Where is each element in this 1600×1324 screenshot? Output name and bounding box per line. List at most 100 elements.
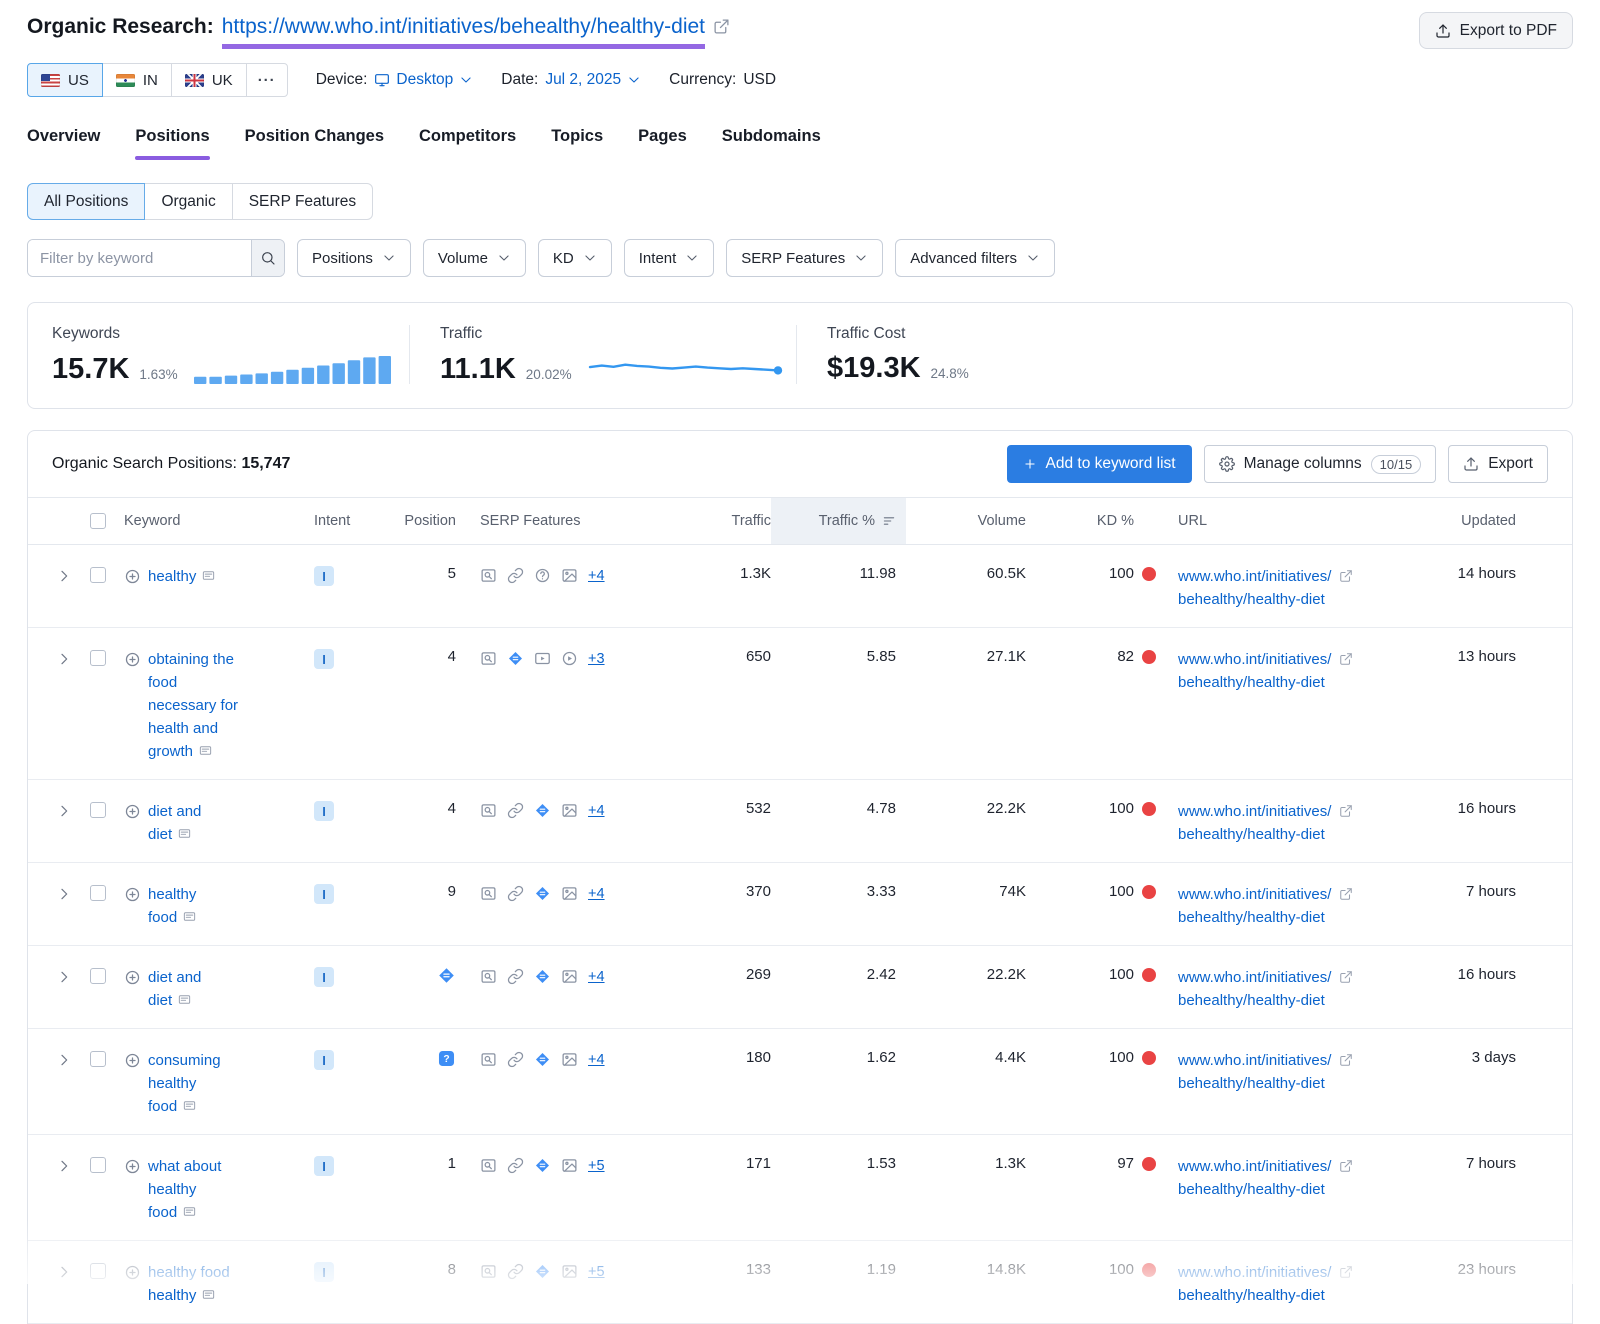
column-header-serp-features[interactable]: SERP Features	[456, 498, 636, 544]
row-checkbox[interactable]	[90, 567, 106, 583]
manage-columns-button[interactable]: Manage columns 10/15	[1204, 445, 1437, 483]
kd-dropdown[interactable]: KD	[538, 239, 612, 277]
date-selector[interactable]: Date: Jul 2, 2025	[501, 71, 641, 89]
tab-overview[interactable]: Overview	[27, 127, 100, 160]
serp-snapshot-icon[interactable]	[201, 569, 216, 582]
add-keyword-icon[interactable]	[124, 803, 141, 820]
tab-competitors[interactable]: Competitors	[419, 127, 516, 160]
serp-features-more-link[interactable]: +4	[588, 568, 605, 584]
intent-dropdown[interactable]: Intent	[624, 239, 715, 277]
segment-organic[interactable]: Organic	[144, 183, 232, 220]
serp-snapshot-icon[interactable]	[182, 910, 197, 923]
external-link-icon[interactable]	[1339, 887, 1353, 901]
result-url-link-line2[interactable]: behealthy/healthy-diet	[1178, 1075, 1325, 1092]
external-link-icon[interactable]	[1339, 970, 1353, 984]
column-header-intent[interactable]: Intent	[314, 498, 372, 544]
keyword-link[interactable]: healthy food	[148, 886, 197, 926]
expand-row-chevron-icon[interactable]	[56, 1264, 72, 1280]
serp-features-more-link[interactable]: +5	[588, 1158, 605, 1174]
serp-snapshot-icon[interactable]	[182, 1099, 197, 1112]
tab-positions[interactable]: Positions	[135, 127, 209, 160]
add-keyword-icon[interactable]	[124, 969, 141, 986]
keyword-link[interactable]: healthy	[148, 568, 216, 585]
segment-all-positions[interactable]: All Positions	[27, 183, 145, 220]
country-tab-us[interactable]: US	[27, 63, 103, 97]
serp-features-more-link[interactable]: +4	[588, 803, 605, 819]
result-url-link[interactable]: www.who.int/initiatives/	[1178, 1158, 1331, 1175]
device-selector[interactable]: Device: Desktop	[316, 71, 474, 89]
column-header-traffic-pct[interactable]: Traffic %	[771, 498, 906, 544]
serp-features-more-link[interactable]: +4	[588, 1052, 605, 1068]
expand-row-chevron-icon[interactable]	[56, 1052, 72, 1068]
result-url-link-line2[interactable]: behealthy/healthy-diet	[1178, 992, 1325, 1009]
expand-row-chevron-icon[interactable]	[56, 568, 72, 584]
serp-snapshot-icon[interactable]	[198, 744, 213, 757]
result-url-link[interactable]: www.who.int/initiatives/	[1178, 568, 1331, 585]
column-header-keyword[interactable]: Keyword	[124, 498, 314, 544]
result-url-link[interactable]: www.who.int/initiatives/	[1178, 1052, 1331, 1069]
column-header-traffic[interactable]: Traffic	[636, 498, 771, 544]
segment-serp-features[interactable]: SERP Features	[232, 183, 373, 220]
export-button[interactable]: Export	[1448, 445, 1548, 483]
analyzed-url-link[interactable]: https://www.who.int/initiatives/behealth…	[222, 12, 705, 49]
keyword-search-button[interactable]	[251, 240, 284, 276]
keyword-link[interactable]: diet and diet	[148, 803, 201, 843]
external-link-icon[interactable]	[1339, 1159, 1353, 1173]
column-header-position[interactable]: Position	[372, 498, 456, 544]
add-keyword-icon[interactable]	[124, 568, 141, 585]
more-countries-button[interactable]: ···	[246, 63, 288, 97]
external-link-icon[interactable]	[1339, 569, 1353, 583]
positions-dropdown[interactable]: Positions	[297, 239, 411, 277]
row-checkbox[interactable]	[90, 968, 106, 984]
column-header-volume[interactable]: Volume	[906, 498, 1026, 544]
column-header-kd[interactable]: KD %	[1026, 498, 1156, 544]
add-keyword-icon[interactable]	[124, 886, 141, 903]
row-checkbox[interactable]	[90, 650, 106, 666]
add-keyword-icon[interactable]	[124, 1052, 141, 1069]
row-checkbox[interactable]	[90, 885, 106, 901]
column-header-updated[interactable]: Updated	[1392, 498, 1572, 544]
add-keyword-icon[interactable]	[124, 1264, 141, 1281]
keyword-filter-input[interactable]	[28, 240, 251, 276]
result-url-link-line2[interactable]: behealthy/healthy-diet	[1178, 826, 1325, 843]
result-url-link-line2[interactable]: behealthy/healthy-diet	[1178, 674, 1325, 691]
advanced-filters-dropdown[interactable]: Advanced filters	[895, 239, 1055, 277]
result-url-link-line2[interactable]: behealthy/healthy-diet	[1178, 909, 1325, 926]
add-keyword-icon[interactable]	[124, 651, 141, 668]
add-keyword-icon[interactable]	[124, 1158, 141, 1175]
row-checkbox[interactable]	[90, 1157, 106, 1173]
tab-pages[interactable]: Pages	[638, 127, 687, 160]
expand-row-chevron-icon[interactable]	[56, 803, 72, 819]
country-tab-in[interactable]: IN	[102, 63, 172, 97]
serp-features-more-link[interactable]: +5	[588, 1264, 605, 1280]
serp-snapshot-icon[interactable]	[182, 1205, 197, 1218]
keyword-link[interactable]: diet and diet	[148, 969, 201, 1009]
export-to-pdf-button[interactable]: Export to PDF	[1419, 12, 1573, 49]
row-checkbox[interactable]	[90, 802, 106, 818]
serp-features-more-link[interactable]: +4	[588, 886, 605, 902]
result-url-link-line2[interactable]: behealthy/healthy-diet	[1178, 1287, 1325, 1304]
row-checkbox[interactable]	[90, 1263, 106, 1279]
result-url-link[interactable]: www.who.int/initiatives/	[1178, 886, 1331, 903]
keyword-link[interactable]: obtaining the food necessary for health …	[148, 651, 238, 760]
volume-dropdown[interactable]: Volume	[423, 239, 526, 277]
result-url-link-line2[interactable]: behealthy/healthy-diet	[1178, 591, 1325, 608]
expand-row-chevron-icon[interactable]	[56, 969, 72, 985]
keyword-link[interactable]: what about healthy food	[148, 1158, 221, 1221]
select-all-checkbox[interactable]	[90, 513, 106, 529]
external-link-icon[interactable]	[1339, 804, 1353, 818]
serp-snapshot-icon[interactable]	[177, 827, 192, 840]
row-checkbox[interactable]	[90, 1051, 106, 1067]
serp-snapshot-icon[interactable]	[201, 1288, 216, 1301]
tab-subdomains[interactable]: Subdomains	[722, 127, 821, 160]
expand-row-chevron-icon[interactable]	[56, 1158, 72, 1174]
expand-row-chevron-icon[interactable]	[56, 886, 72, 902]
serp-snapshot-icon[interactable]	[177, 993, 192, 1006]
result-url-link[interactable]: www.who.int/initiatives/	[1178, 969, 1331, 986]
tab-topics[interactable]: Topics	[551, 127, 603, 160]
result-url-link-line2[interactable]: behealthy/healthy-diet	[1178, 1181, 1325, 1198]
add-to-keyword-list-button[interactable]: Add to keyword list	[1007, 445, 1192, 483]
result-url-link[interactable]: www.who.int/initiatives/	[1178, 1264, 1331, 1281]
result-url-link[interactable]: www.who.int/initiatives/	[1178, 803, 1331, 820]
serp-features-more-link[interactable]: +4	[588, 969, 605, 985]
